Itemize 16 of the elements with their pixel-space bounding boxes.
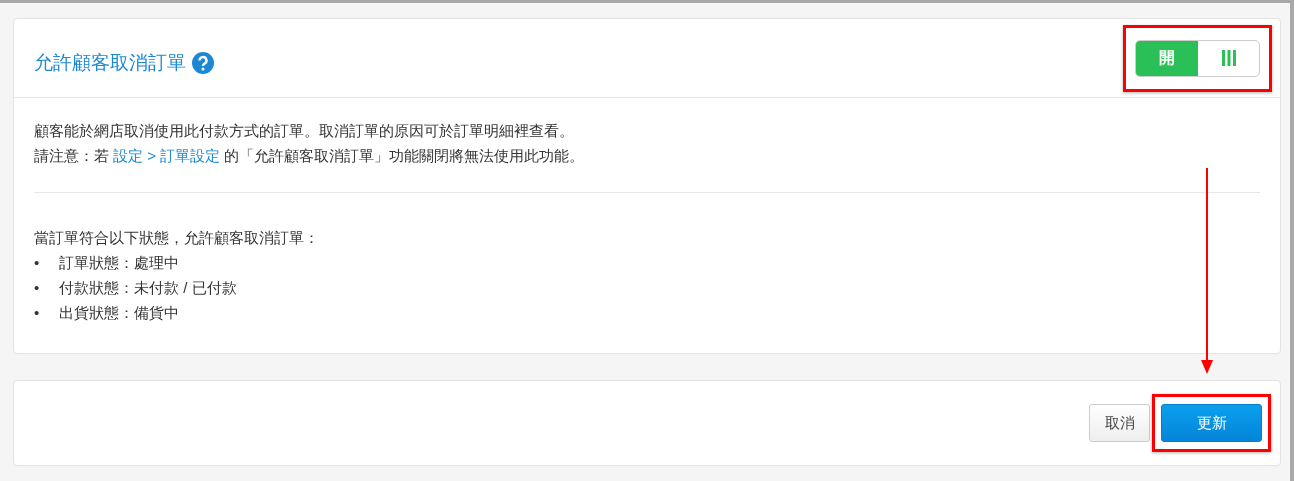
section-title: 允許顧客取消訂單 [34,51,186,75]
condition-item: 出貨狀態：備貨中 [59,303,179,323]
bullet: • [34,278,41,298]
toggle-switch[interactable]: 開 [1135,39,1260,77]
grip-icon [1221,50,1236,66]
settings-link[interactable]: 設定 > 訂單設定 [113,147,221,164]
bullet: • [34,303,41,323]
bullet: • [34,253,41,273]
cancel-button[interactable]: 取消 [1089,404,1150,442]
description-text: 顧客能於網店取消使用此付款方式的訂單。取消訂單的原因可於訂單明細裡查看。 [34,121,575,141]
conditions-intro: 當訂單符合以下狀態，允許顧客取消訂單： [34,228,320,248]
condition-item: 訂單狀態：處理中 [59,253,179,273]
help-icon[interactable] [192,52,214,74]
update-button[interactable]: 更新 [1161,404,1262,442]
note-text: 請注意：若 設定 > 訂單設定 的「允許顧客取消訂單」功能關閉將無法使用此功能。 [34,146,586,166]
condition-item: 付款狀態：未付款 / 已付款 [59,278,237,298]
